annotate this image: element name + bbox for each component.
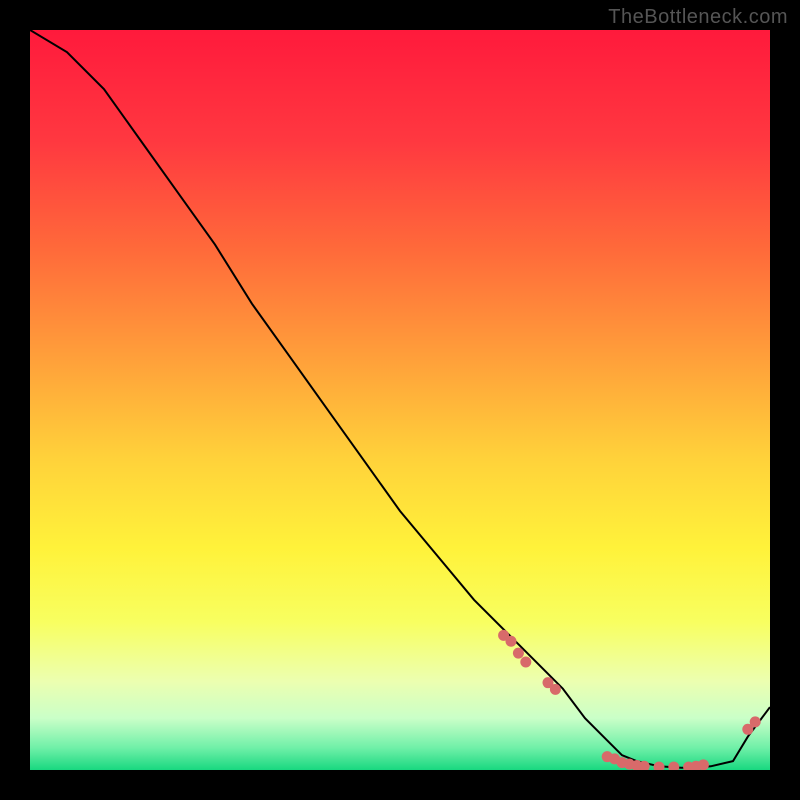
data-point-marker — [520, 656, 531, 667]
data-point-marker — [654, 762, 665, 770]
data-point-marker — [513, 648, 524, 659]
data-point-marker — [668, 762, 679, 770]
line-layer — [30, 30, 770, 770]
plot-area — [30, 30, 770, 770]
watermark-text: TheBottleneck.com — [608, 6, 788, 29]
data-point-marker — [550, 684, 561, 695]
data-point-marker — [506, 636, 517, 647]
marker-group — [498, 630, 761, 770]
data-point-marker — [750, 716, 761, 727]
bottleneck-curve — [30, 30, 770, 768]
chart-container: TheBottleneck.com — [0, 0, 800, 800]
data-point-marker — [698, 759, 709, 770]
